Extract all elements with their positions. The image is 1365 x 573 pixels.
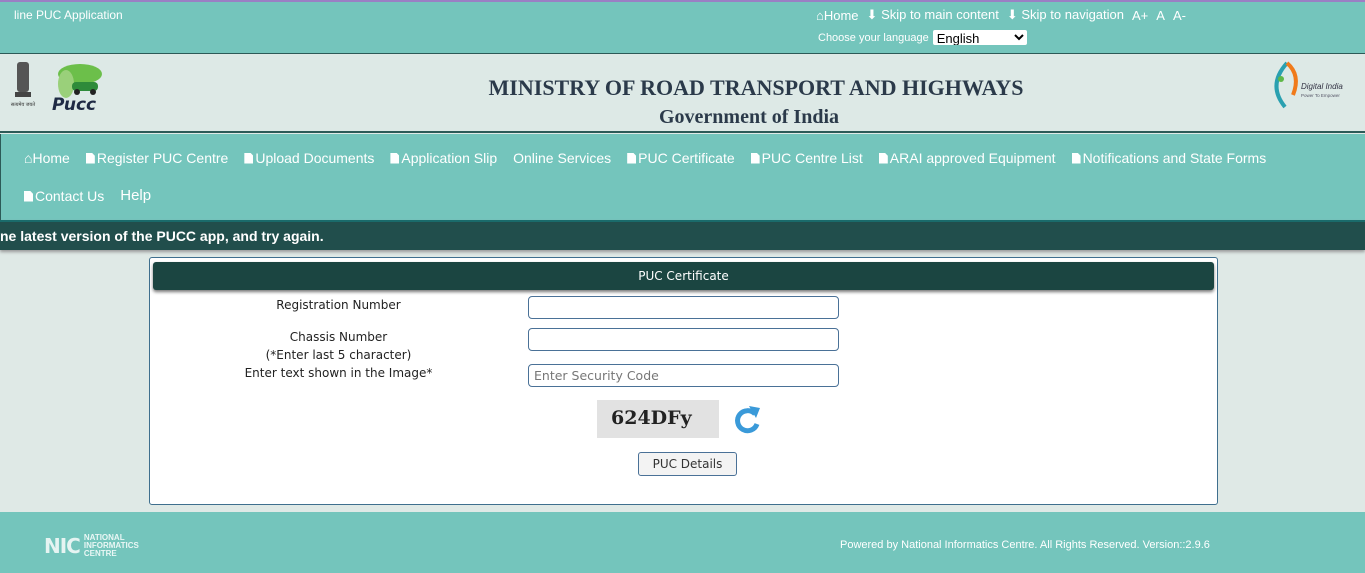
top-home-link[interactable]: ⌂Home [816, 8, 859, 23]
language-select[interactable]: English [932, 30, 1027, 45]
captcha-image: 624DFy [597, 400, 719, 438]
nav-home[interactable]: ⌂ Home [24, 134, 70, 172]
site-header: सत्यमेव जयते Pucc MINISTRY OF ROAD TRANS… [0, 55, 1365, 133]
chassis-hint: (*Enter last 5 character) [265, 348, 412, 362]
language-selector: Choose your language English [818, 30, 1027, 45]
skip-nav-link[interactable]: ⬇ Skip to navigation [1007, 7, 1124, 23]
chassis-label: Chassis Number [289, 330, 388, 344]
registration-number-input[interactable] [528, 296, 839, 319]
svg-text:Digital India: Digital India [1301, 82, 1343, 91]
document-icon [244, 152, 254, 164]
document-icon [24, 190, 33, 202]
app-title: line PUC Application [14, 8, 123, 22]
font-normal-button[interactable]: A [1156, 8, 1165, 23]
nav-upload-documents[interactable]: Upload Documents [244, 134, 374, 172]
nav-puc-centre-list[interactable]: PUC Centre List [750, 134, 863, 172]
security-code-input[interactable] [528, 364, 839, 387]
nav-online-services[interactable]: Online Services [513, 134, 611, 172]
chassis-number-input[interactable] [528, 328, 839, 351]
ministry-title: MINISTRY OF ROAD TRANSPORT AND HIGHWAYS [488, 75, 1024, 100]
main-navigation: ⌂ Home Register PUC Centre Upload Documen… [0, 134, 1365, 220]
font-decrease-button[interactable]: A- [1173, 8, 1186, 23]
registration-label: Registration Number [276, 298, 401, 312]
government-subtitle: Government of India [659, 106, 839, 128]
refresh-captcha-icon[interactable] [732, 404, 762, 436]
nav-help[interactable]: Help [120, 177, 151, 215]
document-icon [85, 152, 95, 164]
notice-marquee: ne latest version of the PUCC app, and t… [0, 220, 1365, 250]
puc-certificate-form: PUC Certificate Registration Number Chas… [149, 257, 1218, 505]
font-increase-button[interactable]: A+ [1132, 8, 1148, 23]
nav-puc-certificate[interactable]: PUC Certificate [627, 134, 735, 172]
accessibility-links: ⌂Home ⬇ Skip to main content ⬇ Skip to n… [816, 7, 1186, 23]
nav-notifications[interactable]: Notifications and State Forms [1071, 134, 1266, 172]
document-icon [750, 152, 760, 164]
skip-main-link[interactable]: ⬇ Skip to main content [867, 7, 999, 23]
document-icon [390, 152, 400, 164]
document-icon [627, 152, 637, 164]
svg-text:Power To Empower: Power To Empower [1301, 93, 1340, 98]
footer-copyright: Powered by National Informatics Centre. … [840, 539, 1210, 551]
digital-india-logo: Digital India Power To Empower [1274, 61, 1343, 109]
nav-arai-equipment[interactable]: ARAI approved Equipment [878, 134, 1056, 172]
nic-logo: NIC NATIONAL INFORMATICS CENTRE [44, 533, 139, 559]
nav-contact-us[interactable]: Contact Us [24, 172, 104, 210]
language-label: Choose your language [818, 31, 929, 44]
captcha-label: Enter text shown in the Image* [244, 366, 433, 380]
top-bar: line PUC Application ⌂Home ⬇ Skip to mai… [0, 0, 1365, 54]
site-footer: NIC NATIONAL INFORMATICS CENTRE Powered by… [0, 512, 1365, 573]
nav-application-slip[interactable]: Application Slip [390, 134, 497, 172]
puc-details-button[interactable]: PUC Details [638, 452, 737, 476]
document-icon [878, 152, 888, 164]
nav-register-puc-centre[interactable]: Register PUC Centre [85, 134, 228, 172]
form-title: PUC Certificate [153, 262, 1214, 290]
document-icon [1071, 152, 1081, 164]
